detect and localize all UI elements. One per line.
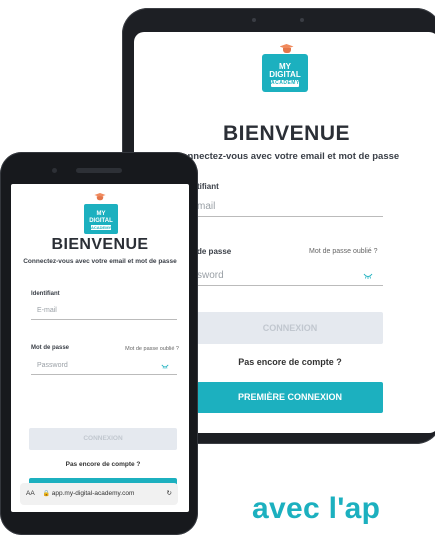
brand-logo: MY DIGITAL ACADEMY: [262, 54, 308, 92]
graduation-cap-icon: [94, 193, 106, 201]
page-title: BIENVENUE: [51, 236, 149, 253]
page-title: BIENVENUE: [222, 122, 351, 145]
lock-icon: 🔒: [42, 491, 50, 497]
phone-screen: MY DIGITAL ACADEMY BIENVENUE Connectez-v…: [11, 184, 189, 512]
eye-closed-icon[interactable]: [363, 273, 373, 279]
page-subtitle: Connectez-vous avec votre email et mot d…: [23, 258, 177, 265]
url-text: app.my-digital-academy.com: [51, 490, 135, 497]
password-placeholder: sword: [197, 270, 224, 281]
password-field[interactable]: Password: [31, 359, 177, 375]
tablet-camera: [252, 18, 256, 22]
identifiant-label: Identifiant: [31, 291, 60, 297]
password-label: de passe: [197, 247, 232, 256]
browser-url-bar[interactable]: AA 🔒 app.my-digital-academy.com ↻: [20, 483, 178, 505]
phone-device: MY DIGITAL ACADEMY BIENVENUE Connectez-v…: [0, 152, 198, 535]
password-placeholder: Password: [37, 362, 68, 369]
email-field[interactable]: mail: [197, 197, 383, 217]
email-field[interactable]: E-mail: [31, 304, 177, 320]
phone-speaker: [76, 168, 122, 173]
email-placeholder: mail: [197, 201, 216, 212]
forgot-password-link[interactable]: Mot de passe oublié ?: [125, 346, 179, 352]
connexion-button[interactable]: CONNEXION: [29, 428, 177, 450]
tablet-sensor: [300, 18, 304, 22]
text-size-button[interactable]: AA: [26, 490, 35, 497]
eye-closed-icon[interactable]: [161, 364, 169, 369]
password-field[interactable]: sword: [197, 266, 383, 286]
graduation-cap-icon: [279, 44, 294, 54]
first-login-button[interactable]: PREMIÈRE CONNEXION: [197, 382, 383, 413]
no-account-text: Pas encore de compte ?: [65, 461, 141, 468]
forgot-password-link[interactable]: Mot de passe oublié ?: [309, 248, 378, 255]
connexion-button[interactable]: CONNEXION: [197, 312, 383, 344]
password-label: Mot de passe: [31, 345, 70, 351]
phone-camera: [52, 168, 57, 173]
email-placeholder: E-mail: [37, 307, 57, 314]
page-subtitle: Connectez-vous avec votre email et mot d…: [174, 151, 400, 162]
reload-icon[interactable]: ↻: [167, 483, 172, 505]
tagline-text: avec l'ap: [252, 492, 381, 525]
brand-logo: MY DIGITAL ACADEMY: [84, 204, 118, 234]
no-account-text: Pas encore de compte ?: [238, 357, 342, 367]
identifiant-label: tifiant: [197, 182, 219, 191]
